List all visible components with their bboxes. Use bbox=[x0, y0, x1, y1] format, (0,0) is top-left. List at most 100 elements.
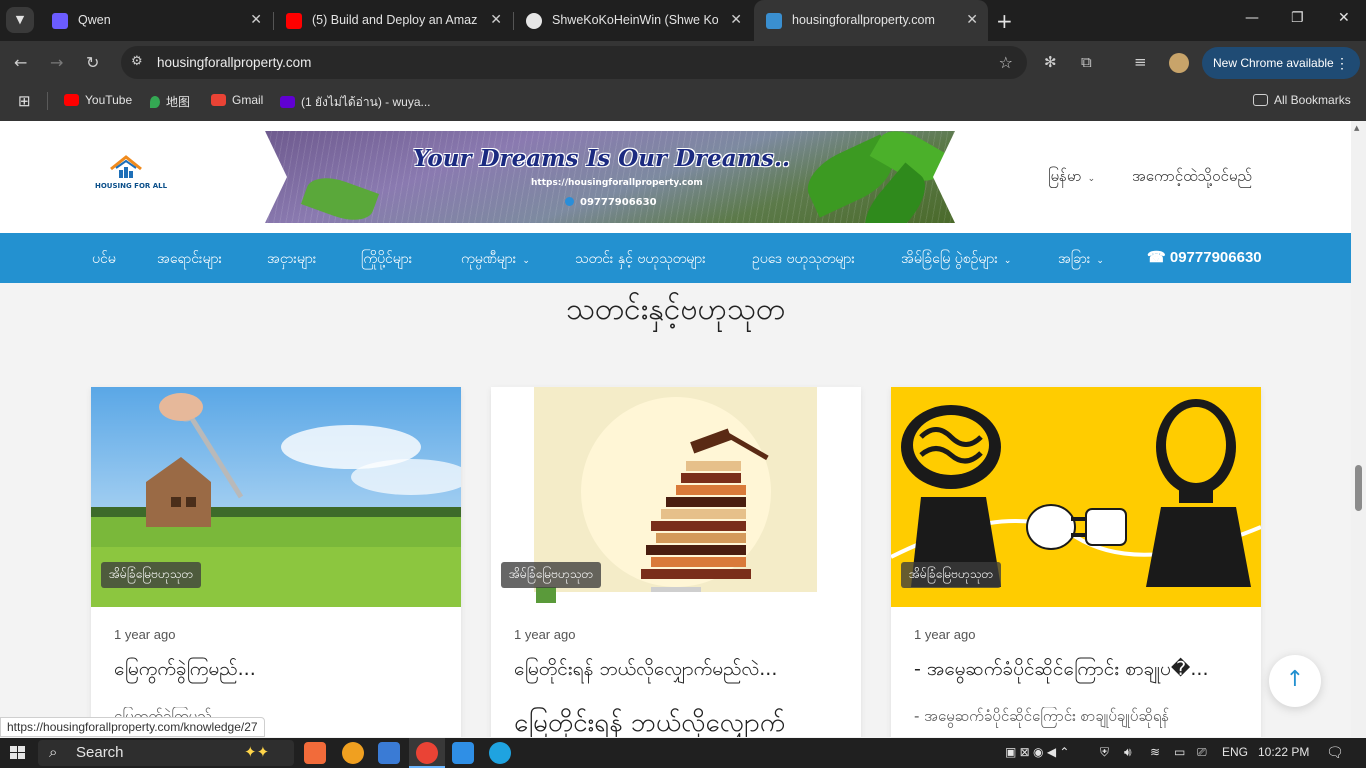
app-icon[interactable] bbox=[342, 742, 364, 764]
media-control-icon[interactable]: ≡ bbox=[1134, 53, 1147, 71]
reload-icon[interactable]: ↻ bbox=[86, 53, 99, 72]
wifi-icon[interactable]: ≋ bbox=[1150, 745, 1160, 759]
bookmark-map[interactable]: 地图 bbox=[150, 93, 190, 110]
chevron-down-icon: ⌄ bbox=[1003, 256, 1012, 266]
card-date: 1 year ago bbox=[914, 627, 976, 642]
language-selector[interactable]: မြန်မာ ⌄ bbox=[1048, 167, 1095, 189]
profile-avatar[interactable] bbox=[1169, 53, 1189, 73]
bookmark-label: YouTube bbox=[85, 93, 133, 107]
extension-icon[interactable]: ✻ bbox=[1044, 53, 1057, 71]
house-logo-icon bbox=[110, 155, 142, 178]
nav-others[interactable]: အခြား ⌄ bbox=[1058, 249, 1104, 270]
address-bar[interactable]: ⚙ housingforallproperty.com ☆ bbox=[121, 46, 1027, 79]
bookmark-star-icon[interactable]: ☆ bbox=[999, 53, 1013, 72]
bookmarks-bar: ⊞ YouTube 地图 Gmail (1 ยังไม่ได้อ่าน) - w… bbox=[0, 83, 1366, 121]
nav-for-rent[interactable]: အငှားများ bbox=[267, 249, 316, 270]
card-title[interactable]: မြေတိုင်းရန် ဘယ်လိုလျှောက်မည်လဲ... bbox=[514, 657, 844, 685]
nav-news-knowledge[interactable]: သတင်း နှင့် ဗဟုသုတများ bbox=[575, 249, 706, 270]
nav-for-sale[interactable]: အရောင်းများ bbox=[157, 249, 222, 270]
language-label: မြန်မာ bbox=[1048, 167, 1082, 185]
extensions-puzzle-icon[interactable]: ⧉ bbox=[1081, 53, 1092, 71]
scrollbar-thumb[interactable] bbox=[1355, 465, 1362, 511]
site-header: HOUSING FOR ALL Your Dreams Is Our Dream… bbox=[0, 121, 1351, 233]
github-icon bbox=[526, 13, 542, 29]
browser-toolbar: ← → ↻ ⚙ housingforallproperty.com ☆ ✻ ⧉ … bbox=[0, 41, 1366, 83]
back-to-top-button[interactable]: ↑ bbox=[1269, 655, 1321, 707]
desktop-icon[interactable] bbox=[378, 742, 400, 764]
card-thumbnail[interactable]: အိမ်ခြံမြေဗဟုသုတ bbox=[491, 387, 861, 607]
bookmark-youtube[interactable]: YouTube bbox=[64, 93, 132, 107]
category-badge[interactable]: အိမ်ခြံမြေဗဟုသုတ bbox=[901, 562, 1002, 588]
nav-companies[interactable]: ကုမ္ပဏီများ ⌄ bbox=[461, 249, 530, 270]
nav-legal-knowledge[interactable]: ဥပဒေ ဗဟုသုတများ bbox=[752, 249, 855, 270]
scroll-up-icon[interactable]: ▲ bbox=[1354, 124, 1359, 132]
tray-icons[interactable]: ▣ ⊠ ◉ ◀ ⌃ bbox=[1005, 745, 1069, 759]
login-link[interactable]: အကောင့်ထဲသို့ဝင်မည် bbox=[1132, 167, 1252, 189]
site-logo[interactable]: HOUSING FOR ALL bbox=[95, 155, 167, 197]
apps-grid-icon[interactable]: ⊞ bbox=[18, 92, 31, 110]
all-bookmarks[interactable]: All Bookmarks bbox=[1253, 93, 1351, 107]
search-label: Search bbox=[76, 744, 124, 761]
back-icon[interactable]: ← bbox=[14, 53, 27, 72]
nav-phone-link[interactable]: ☎ 09777906630 bbox=[1147, 248, 1262, 266]
youtube-icon bbox=[64, 94, 79, 106]
qwen-icon bbox=[52, 13, 68, 29]
nav-real-estate-events[interactable]: အိမ်ခြံမြေ ပွဲစဉ်များ ⌄ bbox=[901, 249, 1011, 270]
site-info-icon[interactable]: ⚙ bbox=[131, 54, 147, 70]
close-icon[interactable]: ✕ bbox=[490, 11, 502, 28]
bookmark-gmail[interactable]: Gmail bbox=[211, 93, 263, 107]
url-text[interactable]: housingforallproperty.com bbox=[157, 55, 311, 70]
vscode-icon[interactable] bbox=[452, 742, 474, 764]
card-excerpt: - အမွေဆက်ခံပိုင်ဆိုင်ကြောင်း စာချုပ်ချုပ… bbox=[914, 707, 1170, 725]
close-icon[interactable]: ✕ bbox=[250, 11, 262, 28]
header-banner[interactable]: Your Dreams Is Our Dreams.. https://hous… bbox=[265, 131, 955, 223]
volume-icon[interactable]: 🔊︎ bbox=[1124, 745, 1132, 760]
bookmark-yahoo-mail[interactable]: (1 ยังไม่ได้อ่าน) - wuya... bbox=[280, 93, 431, 112]
close-icon[interactable]: ✕ bbox=[730, 11, 742, 28]
battery-icon[interactable]: ▭ bbox=[1174, 745, 1185, 759]
tab-housingforall[interactable]: housingforallproperty.com ✕ bbox=[754, 0, 988, 41]
article-card[interactable]: အိမ်ခြံမြေဗဟုသုတ 1 year ago - အမွေဆက်ခံပ… bbox=[891, 387, 1261, 737]
nav-home[interactable]: ပင်မ bbox=[92, 249, 116, 270]
nav-pre-sale[interactable]: ကြိုပို့င်များ bbox=[361, 249, 412, 270]
close-icon[interactable]: ✕ bbox=[966, 11, 978, 28]
card-title[interactable]: - အမွေဆက်ခံပိုင်ဆိုင်ကြောင်း စာချုပ�... bbox=[914, 657, 1244, 685]
phone-icon: ☎ bbox=[1147, 249, 1170, 266]
chevron-down-icon: ⌄ bbox=[522, 256, 530, 266]
taskbar-search[interactable]: ⌕ Search ✦✦ bbox=[38, 740, 294, 766]
card-title[interactable]: မြေကွက်ခွဲကြမည်... bbox=[114, 657, 444, 685]
restore-icon[interactable]: ❐ bbox=[1291, 10, 1304, 26]
card-thumbnail[interactable]: အိမ်ခြံမြေဗဟုသုတ bbox=[91, 387, 461, 607]
copilot-sparkle-icon: ✦✦ bbox=[244, 744, 270, 761]
youtube-icon bbox=[286, 13, 302, 29]
chrome-icon[interactable] bbox=[416, 742, 438, 764]
category-badge[interactable]: အိမ်ခြံမြေဗဟုသုတ bbox=[101, 562, 202, 588]
tab-youtube[interactable]: (5) Build and Deploy an Amazin ✕ bbox=[274, 0, 512, 41]
tab-search-button[interactable]: ▼ bbox=[6, 7, 34, 33]
edge-icon[interactable] bbox=[489, 742, 511, 764]
article-card[interactable]: အိမ်ခြံမြေဗဟုသုတ 1 year ago မြေကွက်ခွဲကြ… bbox=[91, 387, 461, 737]
page-scrollbar[interactable]: ▲ bbox=[1351, 121, 1366, 737]
tab-qwen[interactable]: Qwen ✕ bbox=[40, 0, 272, 41]
card-thumbnail[interactable]: အိမ်ခြံမြေဗဟုသုတ bbox=[891, 387, 1261, 607]
security-icon[interactable]: ⛨ bbox=[1100, 745, 1109, 760]
chevron-down-icon: ⌄ bbox=[1087, 174, 1096, 184]
new-tab-icon[interactable]: + bbox=[996, 9, 1013, 33]
card-excerpt: မြေတိုင်းရန် ဘယ်လိုလျှောက် bbox=[514, 708, 786, 737]
xampp-icon[interactable] bbox=[304, 742, 326, 764]
notification-icon[interactable]: 🗨︎ bbox=[1326, 744, 1344, 761]
windows-start-icon[interactable] bbox=[10, 746, 26, 760]
language-indicator[interactable]: ENG bbox=[1222, 745, 1248, 759]
article-card[interactable]: အိမ်ခြံမြေဗဟုသုတ 1 year ago မြေတိုင်းရန်… bbox=[491, 387, 861, 737]
new-chrome-available-button[interactable]: New Chrome available ⋮ bbox=[1202, 47, 1360, 79]
banner-headline: Your Dreams Is Our Dreams.. bbox=[413, 145, 790, 172]
display-icon[interactable]: ⎚ bbox=[1197, 745, 1207, 760]
menu-dots-icon[interactable]: ⋮ bbox=[1335, 47, 1349, 79]
clock[interactable]: 10:22 PM bbox=[1258, 745, 1309, 759]
minimize-icon[interactable]: — bbox=[1245, 10, 1259, 26]
forward-icon[interactable]: → bbox=[50, 53, 63, 72]
window-close-icon[interactable]: ✕ bbox=[1338, 10, 1350, 26]
tab-github[interactable]: ShweKoKoHeinWin (Shwe Ko Ko ✕ bbox=[514, 0, 752, 41]
category-badge[interactable]: အိမ်ခြံမြေဗဟုသုတ bbox=[501, 562, 602, 588]
new-chrome-label: New Chrome available bbox=[1213, 56, 1334, 70]
